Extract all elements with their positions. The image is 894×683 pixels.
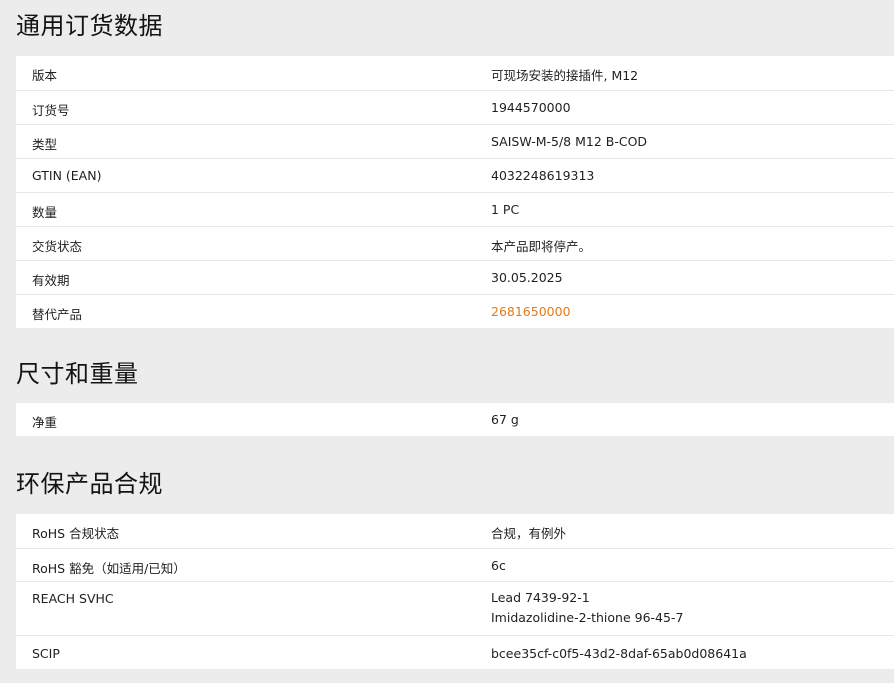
row-value: SAISW-M-5/8 M12 B-COD — [491, 134, 648, 149]
row-value-line: Imidazolidine-2-thione 96-45-7 — [491, 610, 684, 625]
section-title: 通用订货数据 — [16, 12, 163, 40]
row-value: 1944570000 — [491, 100, 571, 115]
table-row: 版本 可现场安装的接插件, M12 — [16, 56, 894, 90]
row-label: RoHS 豁免（如适用/已知） — [32, 561, 186, 576]
row-label: 替代产品 — [32, 307, 83, 322]
table-row: 类型 SAISW-M-5/8 M12 B-COD — [16, 124, 894, 158]
row-value: 可现场安装的接插件, M12 — [491, 68, 639, 83]
row-label: 交货状态 — [32, 239, 83, 254]
section-title: 尺寸和重量 — [16, 360, 139, 388]
row-label: 类型 — [32, 137, 58, 152]
replacement-product-link[interactable]: 2681650000 — [491, 304, 571, 319]
dimensions-weight-table: 净重 67 g — [16, 403, 894, 436]
row-value: 1 PC — [491, 202, 520, 217]
table-row: GTIN (EAN) 4032248619313 — [16, 158, 894, 192]
table-row: 净重 67 g — [16, 403, 894, 436]
table-row: 数量 1 PC — [16, 192, 894, 226]
table-row: 交货状态 本产品即将停产。 — [16, 226, 894, 260]
table-row: 订货号 1944570000 — [16, 90, 894, 124]
table-row: REACH SVHC Lead 7439-92-1 Imidazolidine-… — [16, 581, 894, 635]
row-value: bcee35cf-c0f5-43d2-8daf-65ab0d08641a — [491, 646, 747, 661]
row-label: 净重 — [32, 415, 58, 430]
table-row: 有效期 30.05.2025 — [16, 260, 894, 294]
row-value-multiline: Lead 7439-92-1 Imidazolidine-2-thione 96… — [491, 588, 683, 628]
row-value: 6c — [491, 558, 506, 573]
row-label: 版本 — [32, 68, 58, 83]
table-row: RoHS 豁免（如适用/已知） 6c — [16, 548, 894, 581]
table-row: RoHS 合规状态 合规，有例外 — [16, 514, 894, 548]
row-label: RoHS 合规状态 — [32, 526, 120, 541]
row-label: GTIN (EAN) — [32, 168, 102, 183]
table-row: 替代产品 2681650000 — [16, 294, 894, 328]
row-value: 合规，有例外 — [491, 526, 567, 541]
general-ordering-data-table: 版本 可现场安装的接插件, M12 订货号 1944570000 类型 SAIS… — [16, 56, 894, 328]
row-value: 本产品即将停产。 — [491, 239, 592, 254]
row-label: 数量 — [32, 205, 58, 220]
table-row: SCIP bcee35cf-c0f5-43d2-8daf-65ab0d08641… — [16, 635, 894, 669]
section-title: 环保产品合规 — [16, 470, 163, 498]
row-value-line: Lead 7439-92-1 — [491, 590, 590, 605]
row-label: REACH SVHC — [32, 591, 114, 606]
environmental-compliance-table: RoHS 合规状态 合规，有例外 RoHS 豁免（如适用/已知） 6c REAC… — [16, 514, 894, 669]
row-value: 4032248619313 — [491, 168, 595, 183]
row-label: 有效期 — [32, 273, 70, 288]
row-label: SCIP — [32, 646, 60, 661]
row-label: 订货号 — [32, 103, 70, 118]
row-value: 67 g — [491, 412, 519, 427]
row-value: 30.05.2025 — [491, 270, 563, 285]
